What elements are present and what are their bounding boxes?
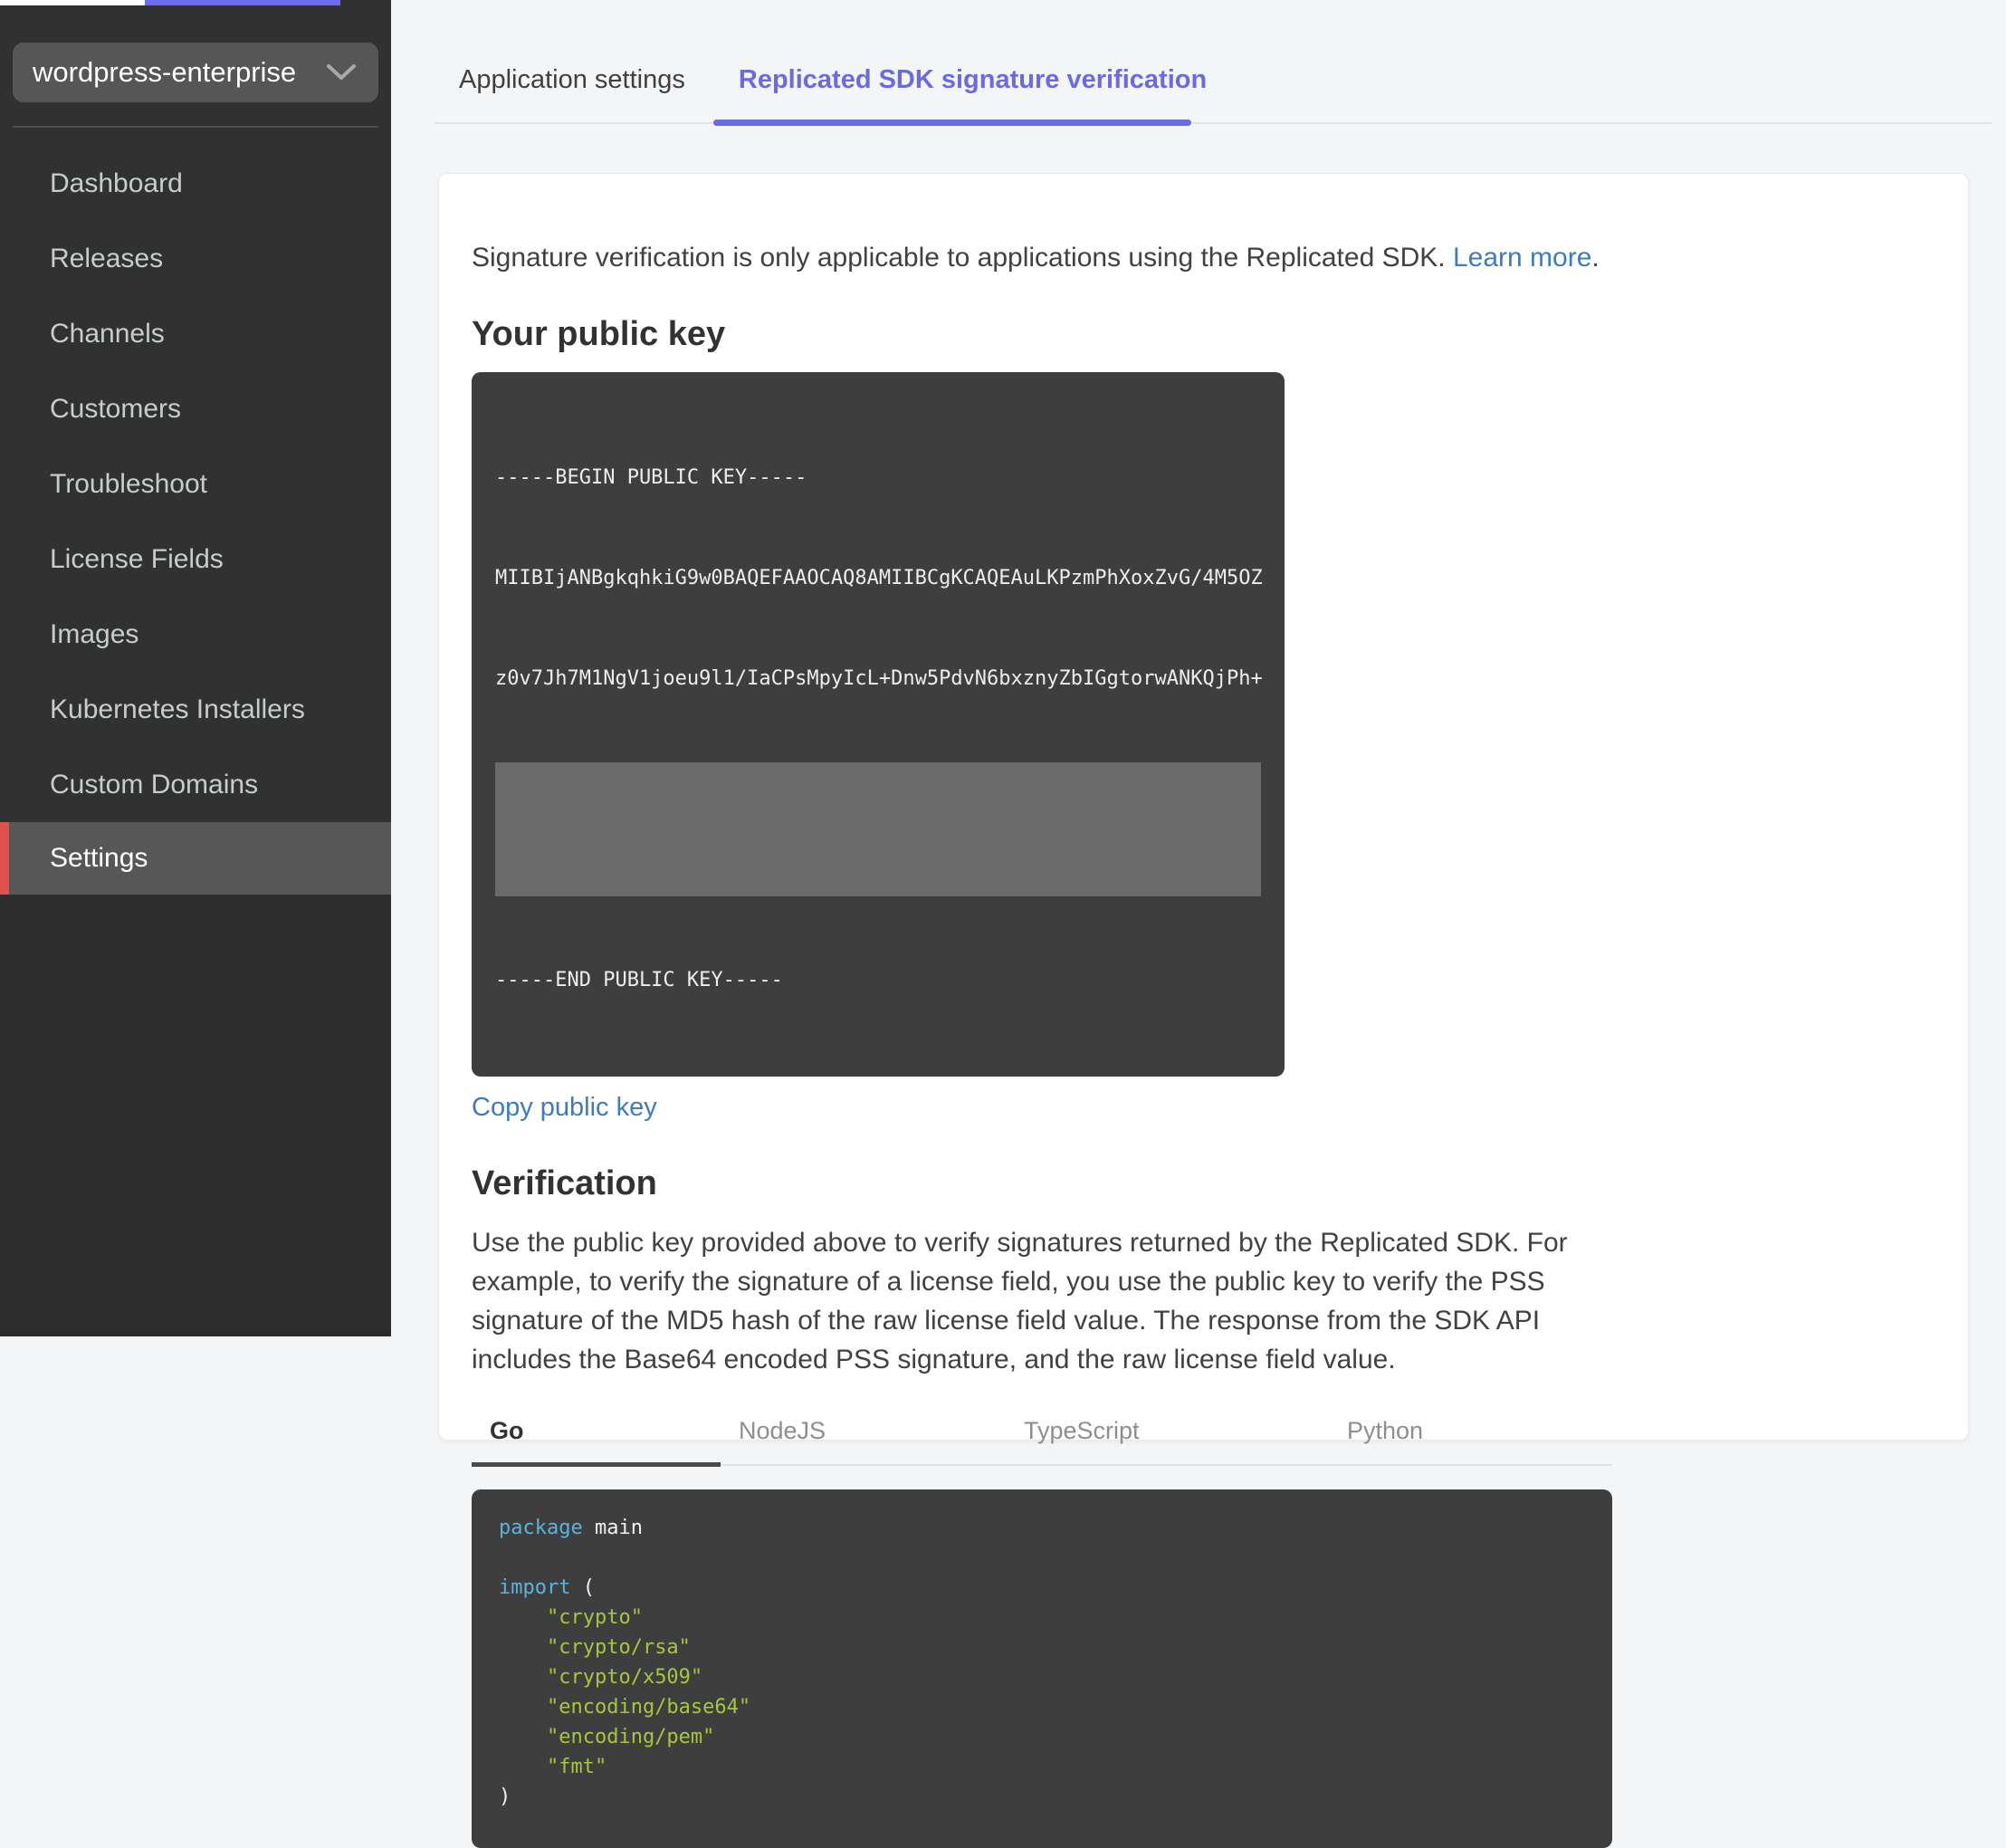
sidebar-item-settings[interactable]: Settings bbox=[0, 822, 391, 895]
verification-heading: Verification bbox=[472, 1164, 657, 1202]
sidebar-item-dashboard[interactable]: Dashboard bbox=[0, 146, 391, 221]
chevron-down-icon bbox=[326, 63, 357, 81]
code-line: package main bbox=[499, 1517, 643, 1539]
code-line: "fmt" bbox=[546, 1756, 607, 1778]
key-line: MIIBIjANBgkqhkiG9w0BAQEFAAOCAQ8AMIIBCgKC… bbox=[495, 567, 1263, 589]
intro-period: . bbox=[1591, 243, 1600, 273]
tab-replicated-sdk-signature-verification[interactable]: Replicated SDK signature verification bbox=[739, 65, 1207, 95]
sidebar-footer bbox=[0, 895, 391, 1336]
language-tab-nodejs[interactable]: NodeJS bbox=[739, 1417, 826, 1445]
sidebar-item-releases[interactable]: Releases bbox=[0, 221, 391, 296]
intro-text: Signature verification is only applicabl… bbox=[472, 243, 1932, 273]
app-selector-dropdown[interactable]: wordpress-enterprise bbox=[13, 43, 378, 102]
go-code-block: package main import ( "crypto" "crypto/r… bbox=[472, 1489, 1612, 1848]
active-tab-underline bbox=[713, 120, 1191, 126]
intro-text-body: Signature verification is only applicabl… bbox=[472, 243, 1446, 273]
public-key-block: -----BEGIN PUBLIC KEY----- MIIBIjANBgkqh… bbox=[472, 372, 1285, 1077]
app-selector-value: wordpress-enterprise bbox=[33, 56, 297, 88]
active-language-underline bbox=[472, 1462, 721, 1467]
code-line: "crypto/rsa" bbox=[546, 1636, 691, 1659]
language-tab-typescript[interactable]: TypeScript bbox=[1024, 1417, 1140, 1445]
sidebar-item-label: Customers bbox=[50, 393, 182, 424]
language-tab-python[interactable]: Python bbox=[1347, 1417, 1423, 1445]
sidebar-item-label: Troubleshoot bbox=[50, 468, 207, 499]
key-line: z0v7Jh7M1NgV1joeu9l1/IaCPsMpyIcL+Dnw5Pdv… bbox=[495, 667, 1263, 690]
top-strip-accent bbox=[145, 0, 340, 5]
key-end-line: -----END PUBLIC KEY----- bbox=[495, 969, 783, 991]
language-tabs: Go NodeJS TypeScript Python bbox=[472, 1406, 1612, 1467]
code-line: ) bbox=[499, 1786, 511, 1808]
sidebar-item-images[interactable]: Images bbox=[0, 597, 391, 672]
key-begin-line: -----BEGIN PUBLIC KEY----- bbox=[495, 466, 807, 489]
sidebar-item-channels[interactable]: Channels bbox=[0, 296, 391, 371]
main-content: Application settings Replicated SDK signa… bbox=[391, 0, 2006, 1848]
code-line: "crypto/x509" bbox=[546, 1666, 703, 1689]
sidebar-item-troubleshoot[interactable]: Troubleshoot bbox=[0, 446, 391, 522]
code-line: import ( bbox=[499, 1576, 595, 1599]
sidebar-item-label: Settings bbox=[50, 843, 148, 873]
sidebar-divider bbox=[13, 126, 378, 128]
tab-application-settings[interactable]: Application settings bbox=[459, 65, 685, 95]
sidebar-item-label: Releases bbox=[50, 243, 164, 273]
sidebar-item-custom-domains[interactable]: Custom Domains bbox=[0, 747, 391, 822]
top-strip bbox=[0, 0, 2006, 5]
sidebar-item-label: License Fields bbox=[50, 543, 224, 574]
copy-public-key-link[interactable]: Copy public key bbox=[472, 1093, 657, 1123]
sidebar: wordpress-enterprise Dashboard Releases Ch… bbox=[0, 0, 391, 1336]
sidebar-item-label: Channels bbox=[50, 318, 165, 349]
sidebar-nav: Dashboard Releases Channels Customers Troubl… bbox=[0, 146, 391, 895]
sidebar-item-kubernetes-installers[interactable]: Kubernetes Installers bbox=[0, 672, 391, 747]
redacted-key-overlay bbox=[495, 762, 1261, 896]
code-line: "crypto" bbox=[546, 1606, 643, 1629]
sidebar-item-label: Custom Domains bbox=[50, 769, 259, 800]
sidebar-item-label: Kubernetes Installers bbox=[50, 694, 305, 724]
sidebar-item-license-fields[interactable]: License Fields bbox=[0, 522, 391, 597]
sidebar-item-customers[interactable]: Customers bbox=[0, 371, 391, 446]
page-tabs: Application settings Replicated SDK signa… bbox=[435, 43, 1992, 126]
sidebar-item-label: Dashboard bbox=[50, 168, 183, 198]
code-line: "encoding/base64" bbox=[546, 1696, 751, 1719]
app-root: wordpress-enterprise Dashboard Releases Ch… bbox=[0, 0, 2006, 1848]
verification-description: Use the public key provided above to ver… bbox=[472, 1228, 1568, 1374]
learn-more-link[interactable]: Learn more bbox=[1453, 243, 1591, 273]
public-key-heading: Your public key bbox=[472, 315, 726, 353]
top-strip-dark bbox=[340, 0, 391, 5]
settings-card: Signature verification is only applicabl… bbox=[438, 173, 1969, 1848]
sidebar-item-label: Images bbox=[50, 618, 139, 649]
top-strip-white bbox=[0, 0, 145, 5]
language-tab-go[interactable]: Go bbox=[490, 1417, 524, 1445]
code-line: "encoding/pem" bbox=[546, 1726, 715, 1748]
